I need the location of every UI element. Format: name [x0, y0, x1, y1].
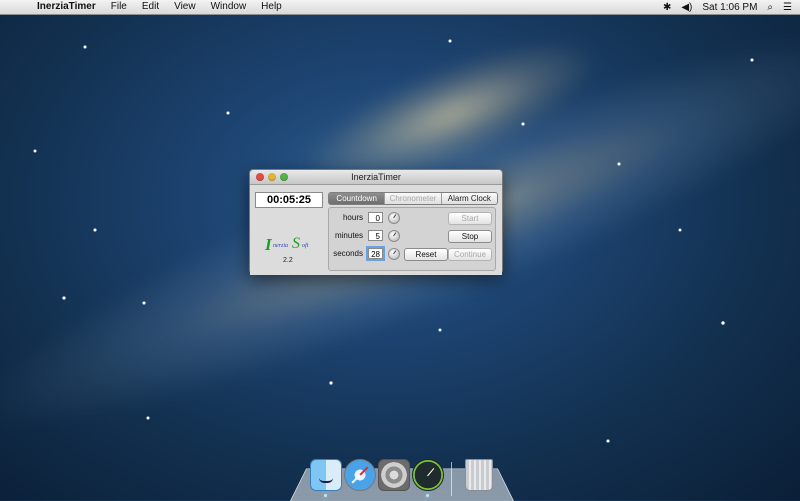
version-label: 2.2: [283, 257, 293, 264]
notification-center-icon[interactable]: ☰: [783, 2, 792, 13]
hours-label: hours: [342, 213, 363, 222]
start-button[interactable]: Start: [448, 212, 492, 225]
system-preferences-icon[interactable]: [378, 459, 410, 491]
trash-icon[interactable]: [465, 459, 493, 491]
finder-running-indicator: [324, 494, 327, 497]
seconds-label: seconds: [333, 249, 363, 258]
safari-icon[interactable]: [344, 459, 376, 491]
tab-chronometer[interactable]: Chronometer: [384, 193, 441, 204]
logo-letter-i: I: [265, 235, 272, 254]
inerziatimer-running-indicator: [426, 494, 429, 497]
logo-word-nerzia: nerzia: [273, 243, 288, 249]
hours-dial-knob[interactable]: [388, 212, 400, 224]
menu-view[interactable]: View: [174, 0, 196, 14]
menu-file[interactable]: File: [111, 0, 127, 14]
minutes-field[interactable]: 5: [368, 230, 383, 241]
stop-button[interactable]: Stop: [448, 230, 492, 243]
menu-bar: InerziaTimer File Edit View Window Help …: [0, 0, 800, 15]
inerziatimer-icon[interactable]: [412, 459, 444, 491]
menu-app-name[interactable]: InerziaTimer: [37, 0, 96, 14]
seconds-field[interactable]: 28: [366, 246, 385, 261]
dock-divider: [451, 462, 452, 496]
tab-alarm-clock[interactable]: Alarm Clock: [440, 193, 497, 204]
mode-tabs: Countdown Chronometer Alarm Clock: [328, 192, 498, 205]
window-body: 00:05:25 I nerzia S oft 2.2 Countdown Ch…: [250, 185, 502, 275]
spotlight-search-icon[interactable]: ⌕: [767, 2, 773, 13]
close-window-button[interactable]: [256, 173, 264, 181]
finder-icon[interactable]: [310, 459, 342, 491]
window-titlebar[interactable]: InerziaTimer: [250, 170, 502, 185]
reset-button[interactable]: Reset: [404, 248, 448, 261]
inerziatimer-window: InerziaTimer 00:05:25 I nerzia S oft 2.2…: [249, 169, 503, 275]
volume-icon[interactable]: ◀): [681, 2, 692, 13]
minimize-window-button[interactable]: [268, 173, 276, 181]
tab-countdown[interactable]: Countdown: [329, 193, 385, 204]
menu-window[interactable]: Window: [211, 0, 247, 14]
minutes-label: minutes: [334, 231, 363, 240]
continue-button[interactable]: Continue: [448, 248, 492, 261]
countdown-panel: hours 0 minutes 5 seconds 28 Start Stop …: [328, 207, 496, 271]
status-area: ✱ ◀) Sat 1:06 PM ⌕ ☰: [653, 0, 792, 14]
zoom-window-button[interactable]: [280, 173, 288, 181]
time-display: 00:05:25: [255, 192, 323, 208]
hours-field[interactable]: 0: [368, 212, 383, 223]
menu-edit[interactable]: Edit: [142, 0, 159, 14]
window-title: InerziaTimer: [351, 172, 401, 182]
bluetooth-icon[interactable]: ✱: [663, 2, 671, 13]
logo-word-oft: oft: [302, 243, 309, 249]
seconds-dial-knob[interactable]: [388, 248, 400, 260]
minutes-dial-knob[interactable]: [388, 230, 400, 242]
menu-help[interactable]: Help: [261, 0, 282, 14]
menu-clock[interactable]: Sat 1:06 PM: [702, 2, 757, 13]
logo-letter-s: S: [292, 235, 300, 252]
